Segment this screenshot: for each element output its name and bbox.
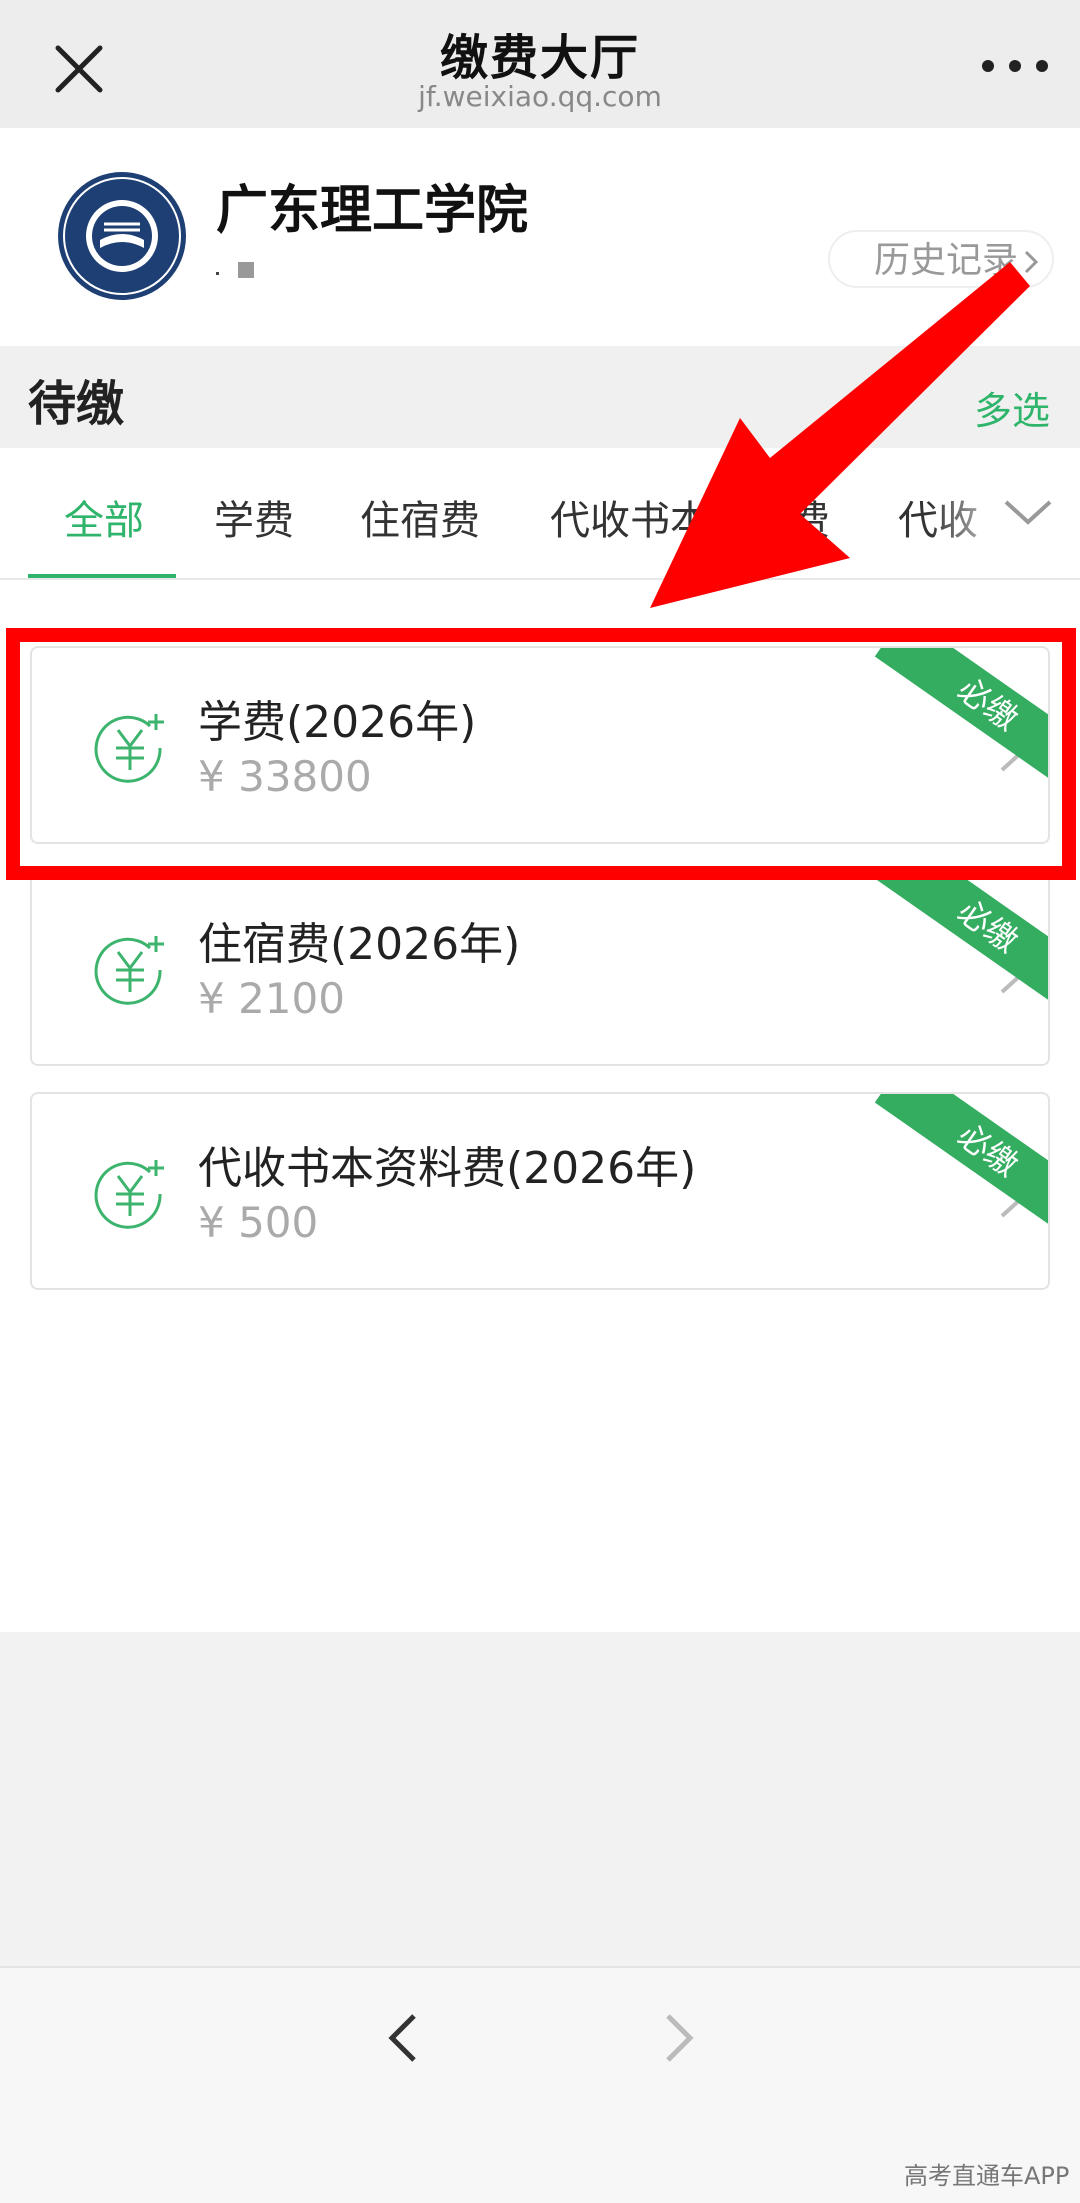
red-arrow-annotation [620, 258, 1040, 618]
payment-item-books[interactable]: 代收书本资料费(2026年) ¥ 500 必缴 [30, 1092, 1050, 1290]
tab-all[interactable]: 全部 [64, 488, 144, 546]
page-title: 缴费大厅 [439, 30, 640, 86]
tab-indicator [28, 574, 176, 578]
student-info [216, 262, 256, 280]
school-name: 广东理工学院 [216, 181, 529, 241]
item-name: 代收书本资料费(2026年) [198, 1143, 697, 1194]
payment-item-accommodation[interactable]: 住宿费(2026年) ¥ 2100 必缴 [30, 868, 1050, 1066]
tab-tuition[interactable]: 学费 [214, 488, 294, 546]
back-arrow-icon[interactable] [382, 2010, 422, 2066]
item-name: 住宿费(2026年) [198, 919, 521, 970]
page-url: jf.weixiao.qq.com [418, 80, 662, 113]
watermark: 高考直通车APP [904, 2162, 1070, 2190]
yen-icon [92, 930, 168, 1006]
highlight-box [6, 628, 1076, 880]
school-logo [56, 170, 188, 302]
tab-accommodation[interactable]: 住宿费 [360, 488, 480, 546]
section-title: 待缴 [28, 376, 125, 432]
yen-icon [92, 1154, 168, 1230]
forward-arrow-icon[interactable] [660, 2010, 700, 2066]
item-amount: ¥ 500 [198, 1198, 319, 1247]
more-icon[interactable] [970, 46, 1060, 86]
item-amount: ¥ 2100 [198, 974, 345, 1023]
